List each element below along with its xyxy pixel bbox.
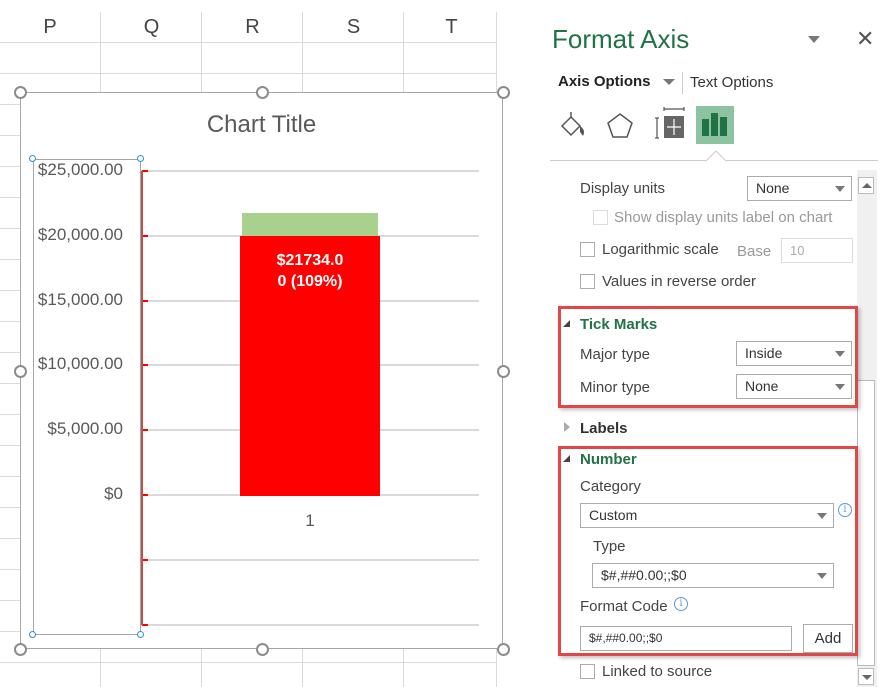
axis-options-icon[interactable] — [696, 106, 734, 144]
close-icon[interactable]: ✕ — [856, 26, 874, 52]
chevron-down-icon — [835, 186, 845, 192]
data-label-line: $21734.0 — [276, 251, 344, 269]
log-scale-label: Logarithmic scale — [602, 241, 719, 258]
tick-marks-header[interactable]: Tick Marks — [580, 316, 657, 333]
reverse-order-label: Values in reverse order — [602, 273, 756, 290]
column-header-p[interactable]: P — [0, 12, 100, 42]
type-dropdown[interactable]: $#,##0.00;;$0 — [592, 563, 834, 588]
chart-resize-handle[interactable] — [497, 643, 510, 656]
tab-divider — [682, 72, 683, 94]
chart-resize-handle[interactable] — [255, 86, 269, 99]
column-header-q[interactable]: Q — [101, 12, 202, 42]
minor-type-dropdown[interactable]: None — [736, 374, 852, 399]
base-label: Base — [737, 243, 772, 260]
chevron-down-icon — [835, 351, 845, 357]
vertical-axis-selection[interactable] — [33, 159, 141, 635]
collapse-icon[interactable] — [563, 320, 570, 327]
axis-selection-handle[interactable] — [137, 155, 144, 162]
linked-to-source-checkbox[interactable] — [580, 664, 595, 679]
log-scale-checkbox[interactable] — [580, 242, 595, 257]
format-axis-pane: Format Axis ✕ Axis Options Text Options … — [538, 0, 892, 687]
display-units-value: None — [756, 180, 790, 196]
category-label: Category — [580, 478, 641, 495]
minor-type-label: Minor type — [580, 379, 651, 396]
number-header[interactable]: Number — [580, 451, 637, 468]
expand-icon[interactable] — [564, 422, 570, 432]
tab-axis-options-label: Axis Options — [558, 73, 651, 90]
type-label: Type — [593, 538, 626, 555]
tab-axis-options[interactable]: Axis Options — [558, 73, 675, 90]
effects-icon[interactable] — [604, 110, 636, 142]
gridline — [141, 623, 479, 626]
labels-header[interactable]: Labels — [580, 420, 628, 437]
pane-scroll-up-button[interactable] — [858, 177, 874, 194]
display-units-dropdown[interactable]: None — [747, 176, 852, 201]
base-input[interactable]: 10 — [781, 238, 853, 263]
chevron-down-icon — [817, 573, 827, 579]
collapse-icon[interactable] — [563, 455, 570, 462]
x-tick-label: 1 — [305, 511, 315, 530]
category-dropdown[interactable]: Custom — [580, 503, 834, 528]
column-header-s[interactable]: S — [303, 12, 404, 42]
info-icon[interactable]: i — [674, 597, 688, 611]
pane-vertical-scrollbar[interactable] — [857, 170, 877, 687]
chart-resize-handle[interactable] — [497, 86, 510, 99]
category-value: Custom — [589, 507, 638, 523]
row-gridline — [0, 662, 496, 663]
major-type-dropdown[interactable]: Inside — [736, 341, 852, 366]
chevron-down-icon — [817, 513, 827, 519]
tab-text-options[interactable]: Text Options — [690, 74, 773, 91]
show-units-label: Show display units label on chart — [614, 209, 833, 226]
minor-type-value: None — [745, 378, 779, 394]
pane-title: Format Axis — [552, 24, 690, 54]
format-code-input[interactable]: $#,##0.00;;$0 — [580, 626, 792, 651]
gridline — [141, 558, 479, 561]
type-value: $#,##0.00;;$0 — [601, 567, 687, 583]
reverse-order-checkbox[interactable] — [580, 274, 595, 289]
pane-scroll-thumb[interactable] — [857, 380, 875, 666]
chart-resize-handle[interactable] — [14, 643, 27, 656]
fill-line-icon[interactable] — [556, 110, 588, 142]
major-type-label: Major type — [580, 346, 651, 363]
show-units-checkbox[interactable] — [593, 210, 608, 225]
chart-area[interactable]: Chart Title $25,000.00 $20,000.00 $15,000.… — [14, 86, 510, 656]
axis-selection-handle[interactable] — [29, 155, 36, 162]
active-tab-pointer — [706, 150, 726, 162]
pane-scroll-down-button[interactable] — [858, 668, 874, 685]
spreadsheet-area[interactable]: P Q R S T Chart Title $25,000.00 $20,000.… — [0, 0, 512, 687]
format-code-label: Format Code — [580, 598, 668, 615]
chart-resize-handle[interactable] — [255, 643, 269, 656]
chevron-down-icon — [835, 384, 845, 390]
row-gridline — [0, 42, 496, 43]
gridline — [141, 170, 479, 172]
size-properties-icon[interactable] — [654, 106, 688, 142]
major-type-value: Inside — [745, 345, 783, 361]
chart-resize-handle[interactable] — [14, 364, 27, 378]
data-label-line: 0 (109%) — [277, 272, 343, 290]
linked-to-source-label: Linked to source — [602, 663, 713, 680]
column-header-r[interactable]: R — [202, 12, 303, 42]
axis-selection-handle[interactable] — [137, 631, 144, 638]
row-gridline — [0, 73, 496, 74]
chart-resize-handle[interactable] — [497, 364, 510, 378]
info-icon[interactable]: i — [838, 503, 852, 517]
display-units-label: Display units — [580, 180, 666, 197]
add-button[interactable]: Add — [803, 624, 853, 653]
axis-selection-handle[interactable] — [29, 631, 36, 638]
pane-options-dropdown-icon[interactable] — [808, 36, 820, 43]
vertical-axis-line[interactable] — [141, 171, 143, 625]
column-header-t[interactable]: T — [404, 12, 499, 42]
chart-resize-handle[interactable] — [14, 86, 27, 99]
data-label[interactable]: $21734.0 0 (109%) — [240, 250, 380, 292]
chevron-down-icon — [662, 79, 675, 86]
